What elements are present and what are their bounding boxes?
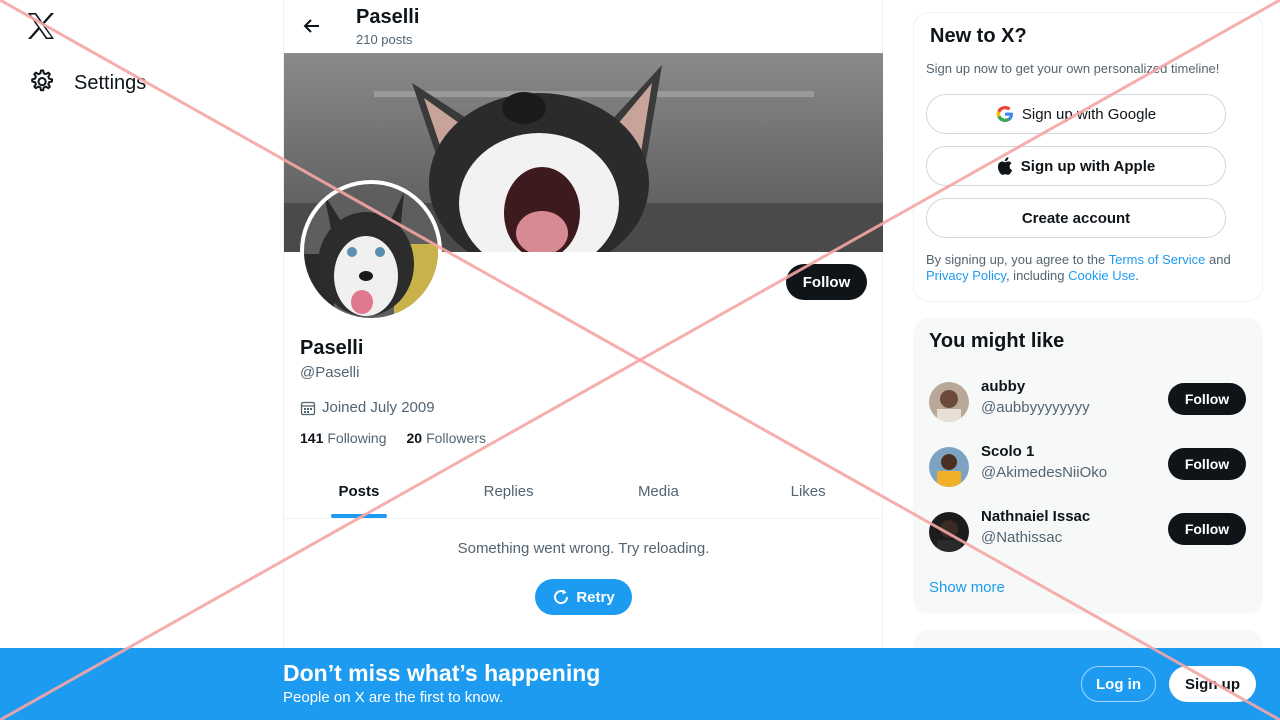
avatar <box>929 447 969 487</box>
page-root: Settings Paselli 210 posts Follow Pasell… <box>0 0 1280 720</box>
gear-icon <box>28 68 54 99</box>
signup-google-button[interactable]: Sign up with Google <box>926 94 1226 134</box>
google-icon <box>996 106 1013 122</box>
page-title: Paselli <box>356 6 420 28</box>
suggested-user[interactable]: Nathnaiel Issac @Nathissac Follow <box>913 504 1263 569</box>
cookie-use-link[interactable]: Cookie Use <box>1068 268 1135 283</box>
sidebar-item-label: Settings <box>74 71 147 94</box>
joined-text: Joined July 2009 <box>322 399 435 416</box>
error-message: Something went wrong. Try reloading. <box>457 540 710 557</box>
signup-card: New to X? Sign up now to get your own pe… <box>913 12 1263 302</box>
terms-of-service-link[interactable]: Terms of Service <box>1109 252 1206 267</box>
who-to-follow-title: You might like <box>929 330 1065 352</box>
x-logo-icon[interactable] <box>26 12 58 44</box>
signup-apple-button[interactable]: Sign up with Apple <box>926 146 1226 186</box>
suggested-user-name: aubby <box>981 378 1026 395</box>
follow-button[interactable]: Follow <box>1168 513 1246 545</box>
login-button[interactable]: Log in <box>1081 666 1156 702</box>
avatar <box>929 512 969 552</box>
signup-banner: Don’t miss what’s happening People on X … <box>0 648 1280 720</box>
show-more-link[interactable]: Show more <box>929 579 1005 596</box>
suggested-user-handle: @Nathissac <box>981 529 1063 546</box>
tab-media[interactable]: Media <box>584 465 734 518</box>
following-link[interactable]: 141 Following <box>300 430 387 446</box>
follow-button[interactable]: Follow <box>786 264 867 300</box>
banner-subtitle: People on X are the first to know. <box>283 689 504 706</box>
signup-button[interactable]: Sign up <box>1169 666 1256 702</box>
profile-header-bar: Paselli 210 posts <box>284 0 883 53</box>
suggested-user-name: Scolo 1 <box>981 443 1035 460</box>
tab-replies[interactable]: Replies <box>434 465 584 518</box>
sidebar-item-settings[interactable]: Settings <box>24 62 154 104</box>
calendar-icon <box>300 401 316 415</box>
follow-button[interactable]: Follow <box>1168 448 1246 480</box>
avatar <box>929 382 969 422</box>
retry-button[interactable]: Retry <box>535 579 632 615</box>
create-account-button[interactable]: Create account <box>926 198 1226 238</box>
signup-title: New to X? <box>930 25 1027 47</box>
banner-title: Don’t miss what’s happening <box>283 660 601 686</box>
profile-column: Paselli 210 posts Follow Paselli @Pasell… <box>283 0 883 720</box>
follow-stats: 141 Following 20 Followers <box>300 430 486 446</box>
retry-icon <box>554 589 569 605</box>
privacy-policy-link[interactable]: Privacy Policy <box>926 268 1006 283</box>
tab-underline <box>330 514 387 518</box>
follow-button[interactable]: Follow <box>1168 383 1246 415</box>
left-sidebar: Settings <box>0 0 283 720</box>
tab-likes[interactable]: Likes <box>733 465 883 518</box>
suggested-user-handle: @aubbyyyyyyyy <box>981 399 1090 416</box>
signup-subtitle: Sign up now to get your own personalized… <box>926 61 1220 76</box>
profile-handle: @Paselli <box>300 364 360 381</box>
who-to-follow-card: You might like aubby @aubbyyyyyyyy Follo… <box>913 318 1263 614</box>
apple-icon <box>997 157 1012 175</box>
tab-posts[interactable]: Posts <box>284 465 434 518</box>
post-count: 210 posts <box>356 32 413 47</box>
suggested-user[interactable]: aubby @aubbyyyyyyyy Follow <box>913 374 1263 439</box>
followers-link[interactable]: 20 Followers <box>407 430 486 446</box>
signup-terms: By signing up, you agree to the Terms of… <box>926 252 1231 283</box>
joined-date: Joined July 2009 <box>300 399 435 416</box>
profile-avatar[interactable] <box>300 180 442 322</box>
back-arrow-icon <box>303 19 319 33</box>
profile-name: Paselli <box>300 337 364 359</box>
back-button[interactable] <box>296 10 328 42</box>
suggested-user[interactable]: Scolo 1 @AkimedesNiiOko Follow <box>913 439 1263 504</box>
profile-tabs: Posts Replies Media Likes <box>284 465 883 519</box>
suggested-user-name: Nathnaiel Issac <box>981 508 1091 525</box>
suggested-user-handle: @AkimedesNiiOko <box>981 464 1108 481</box>
